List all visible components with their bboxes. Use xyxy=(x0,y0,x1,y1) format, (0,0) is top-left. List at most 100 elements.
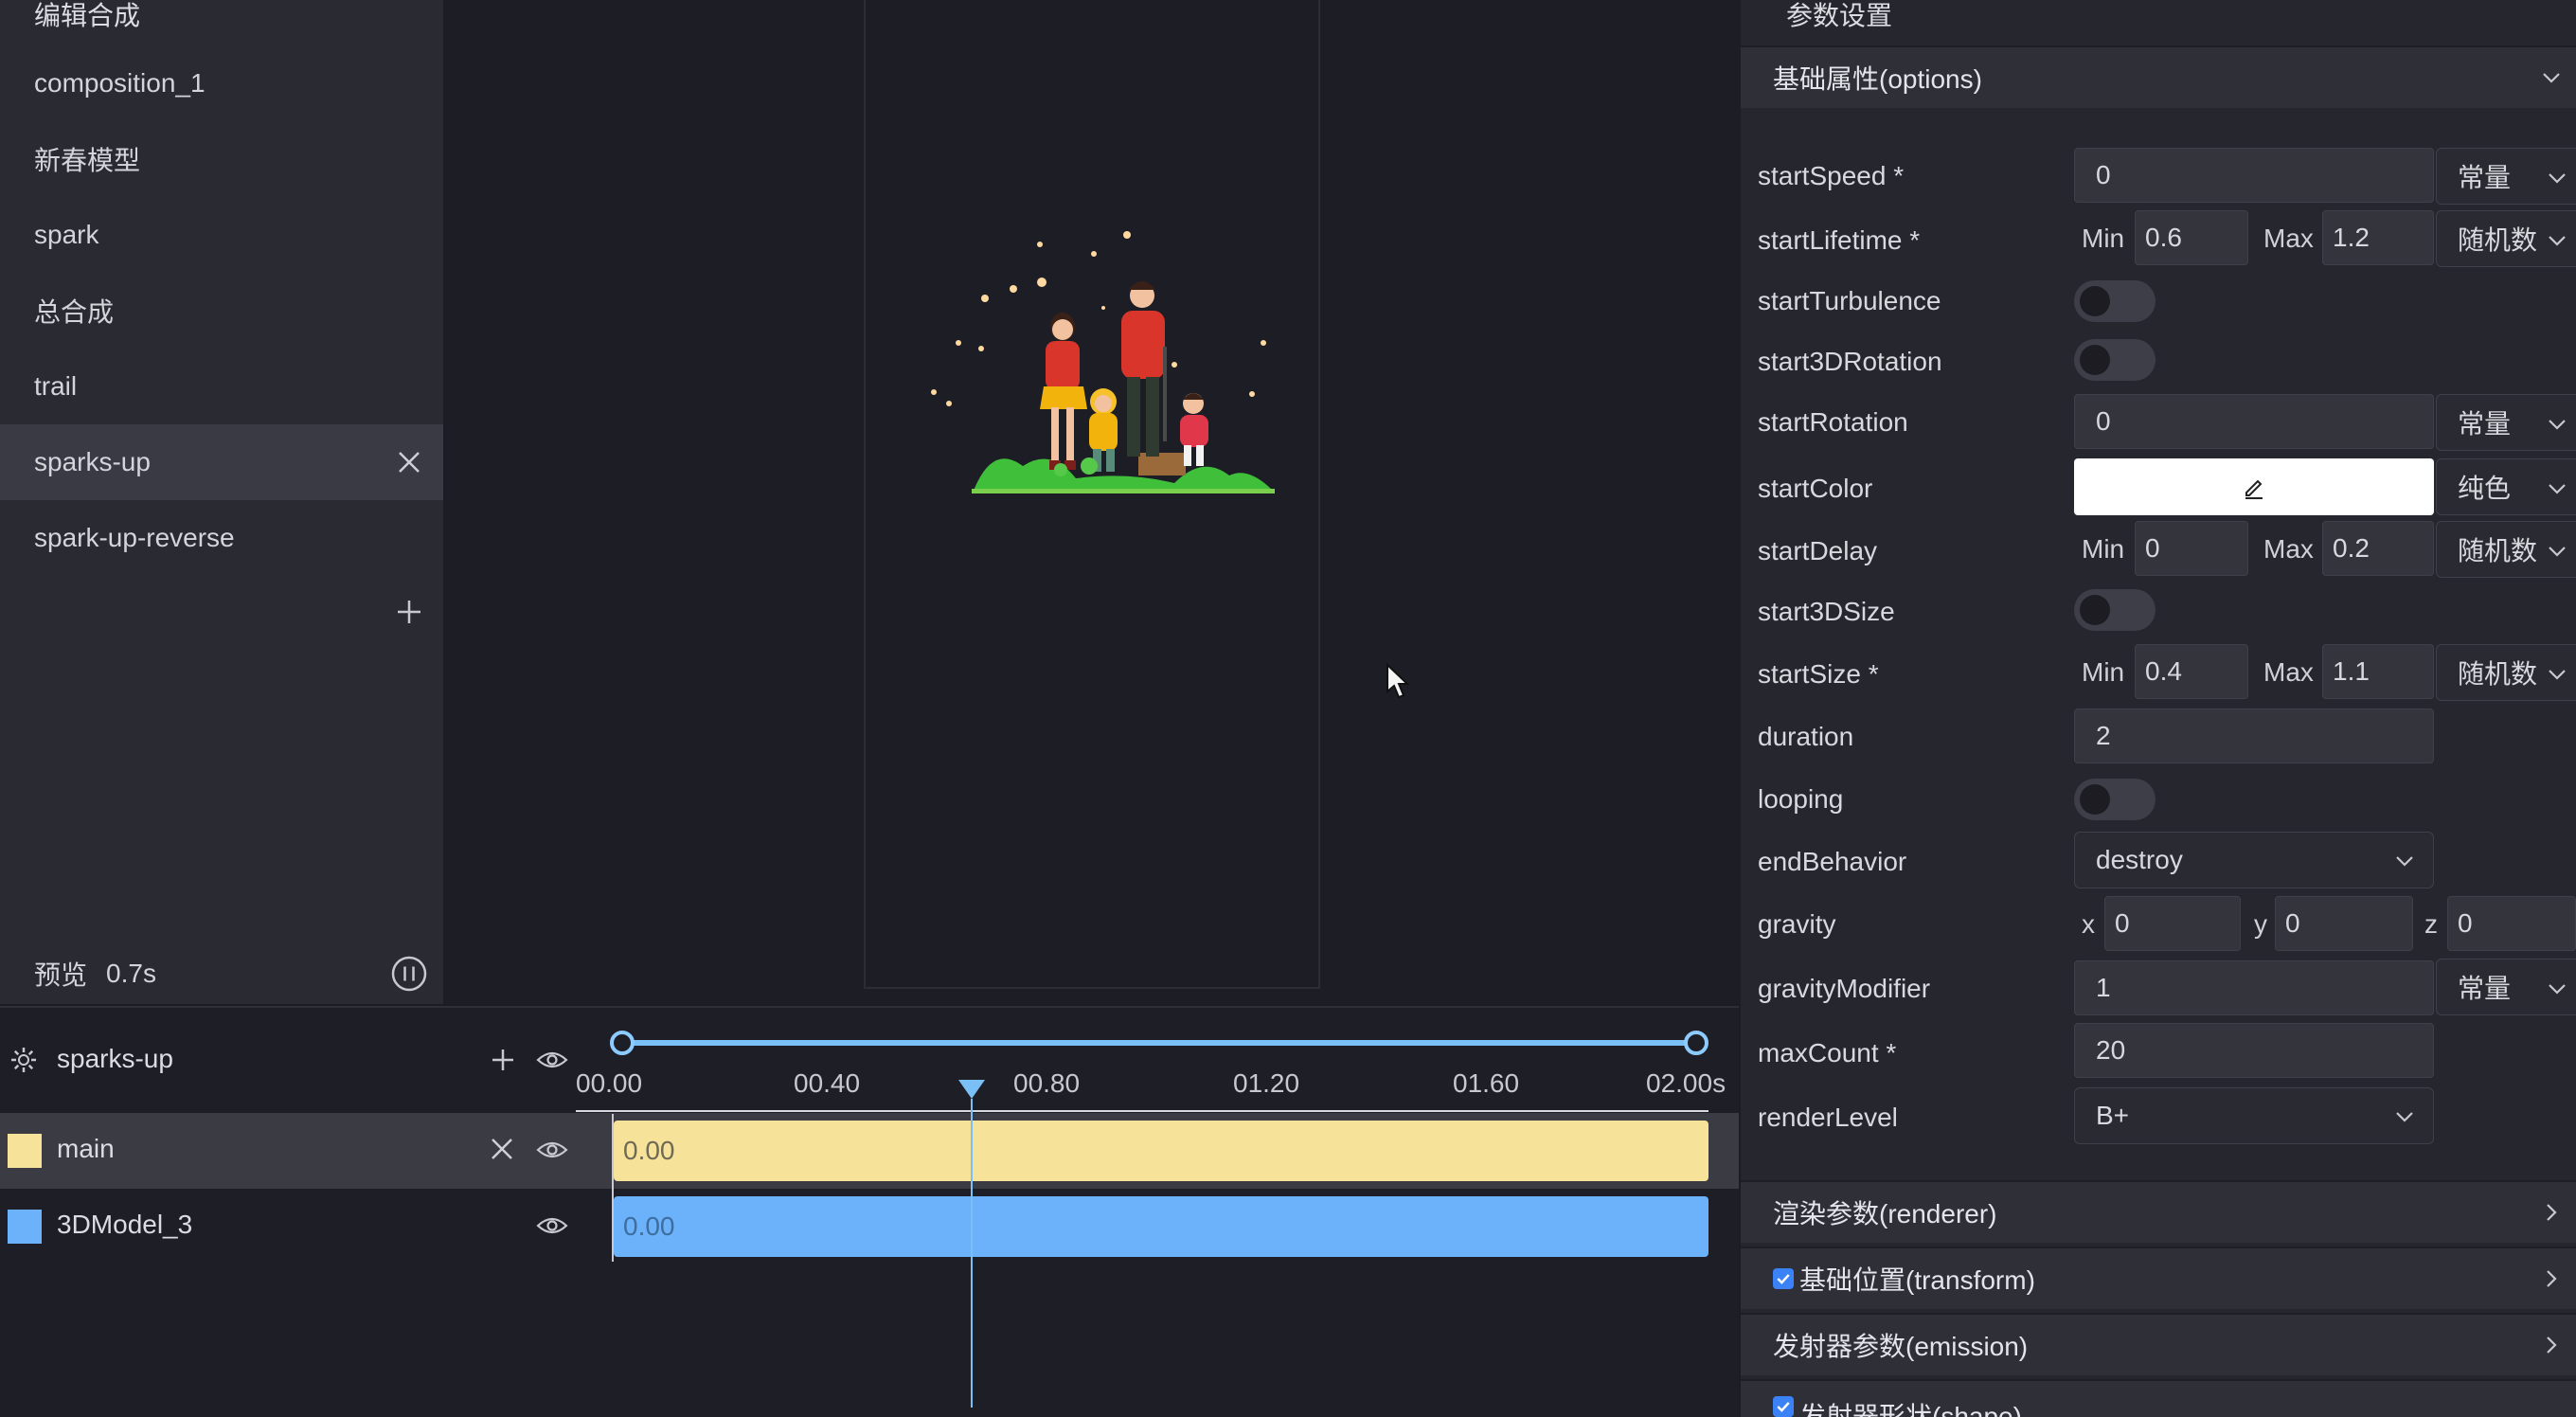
transform-enabled-checkbox[interactable] xyxy=(1773,1268,1794,1289)
prop-label: looping xyxy=(1758,784,1844,814)
chevron-down-icon xyxy=(2549,173,2566,184)
composition-item[interactable]: spark xyxy=(0,197,443,273)
startLifetime-min-input[interactable]: 0.6 xyxy=(2135,210,2248,265)
close-icon[interactable] xyxy=(396,449,422,475)
edit-pencil-icon xyxy=(2245,479,2263,499)
startSize-min-input[interactable]: 0.4 xyxy=(2135,644,2248,699)
track-row[interactable]: main 0.00 xyxy=(0,1113,1739,1189)
track-row[interactable]: 3DModel_3 0.00 xyxy=(0,1189,1739,1265)
start3DSize-toggle[interactable] xyxy=(2074,589,2156,631)
maxCount-input[interactable]: 20 xyxy=(2074,1023,2434,1078)
prop-label: start3DSize xyxy=(1758,597,1895,626)
track-clip[interactable]: 0.00 xyxy=(614,1196,1708,1257)
time-tick-label: 02.00s xyxy=(1646,1068,1726,1098)
startSize-mode-select[interactable]: 随机数 xyxy=(2436,644,2576,701)
z-label: z xyxy=(2424,909,2438,939)
track-name: main xyxy=(57,1134,115,1163)
startLifetime-max-input[interactable]: 1.2 xyxy=(2322,210,2434,265)
endBehavior-select[interactable]: destroy xyxy=(2074,832,2434,888)
gravityModifier-mode-select[interactable]: 常量 xyxy=(2436,959,2576,1015)
gravity-y-input[interactable]: 0 xyxy=(2275,896,2413,951)
playhead-handle[interactable] xyxy=(957,1078,987,1101)
prop-label: start3DRotation xyxy=(1758,347,1942,376)
section-title: 渲染参数(renderer) xyxy=(1773,1199,1997,1229)
chevron-down-icon xyxy=(2549,984,2566,995)
startDelay-mode-select[interactable]: 随机数 xyxy=(2436,521,2576,578)
add-composition-icon[interactable] xyxy=(392,595,426,629)
section-title: 基础属性(options) xyxy=(1773,64,1982,94)
time-range-slider[interactable] xyxy=(621,1040,1697,1046)
section-transform-header[interactable]: 基础位置(transform) xyxy=(1741,1247,2576,1309)
gravityModifier-input[interactable]: 1 xyxy=(2074,960,2434,1015)
min-label: Min xyxy=(2082,534,2125,564)
section-emission-header[interactable]: 发射器参数(emission) xyxy=(1741,1313,2576,1375)
range-end-handle[interactable] xyxy=(1684,1031,1708,1055)
min-label: Min xyxy=(2082,224,2125,253)
composition-item[interactable]: composition_1 xyxy=(0,45,443,121)
time-tick-label: 00.40 xyxy=(794,1068,861,1098)
preview-status: 预览 0.7s xyxy=(0,943,443,1004)
preview-time: 0.7s xyxy=(106,959,156,988)
close-icon[interactable] xyxy=(489,1136,515,1162)
checkmark-icon xyxy=(1777,1402,1790,1412)
x-label: x xyxy=(2082,909,2095,939)
startSize-max-input[interactable]: 1.1 xyxy=(2322,644,2434,699)
eye-icon[interactable] xyxy=(536,1213,568,1238)
startRotation-mode-select[interactable]: 常量 xyxy=(2436,394,2576,451)
startSpeed-input[interactable]: 0 xyxy=(2074,148,2434,203)
chevron-right-icon xyxy=(2547,1204,2557,1221)
spark-particles xyxy=(931,231,1266,406)
eye-icon[interactable] xyxy=(536,1138,568,1162)
section-shape-header[interactable]: 发射器形状(shape) xyxy=(1741,1379,2576,1417)
section-options-header[interactable]: 基础属性(options) xyxy=(1741,45,2576,108)
gravity-z-input[interactable]: 0 xyxy=(2447,896,2576,951)
composition-item[interactable]: 总合成 xyxy=(0,273,443,349)
pause-icon[interactable] xyxy=(390,955,428,993)
prop-label: startColor xyxy=(1758,474,1873,503)
time-tick-label: 00.00 xyxy=(576,1068,643,1098)
range-start-handle[interactable] xyxy=(610,1031,635,1055)
prop-label: maxCount * xyxy=(1758,1038,1897,1067)
mode-label: 随机数 xyxy=(2458,536,2538,565)
prop-label: startSpeed * xyxy=(1758,161,1905,190)
gravity-x-input[interactable]: 0 xyxy=(2104,896,2241,951)
chevron-down-icon xyxy=(2396,856,2413,867)
start3DRotation-toggle[interactable] xyxy=(2074,339,2156,381)
chevron-down-icon xyxy=(2549,420,2566,430)
renderLevel-select[interactable]: B+ xyxy=(2074,1087,2434,1144)
chevron-down-icon xyxy=(2549,236,2566,246)
gear-icon[interactable] xyxy=(9,1046,38,1074)
duration-input[interactable]: 2 xyxy=(2074,708,2434,763)
prop-label: startLifetime * xyxy=(1758,225,1921,255)
track-clip[interactable]: 0.00 xyxy=(614,1121,1708,1181)
startSpeed-mode-select[interactable]: 常量 xyxy=(2436,148,2576,205)
shape-enabled-checkbox[interactable] xyxy=(1773,1396,1794,1417)
prop-label: startSize * xyxy=(1758,659,1879,689)
section-title: 发射器形状(shape) xyxy=(1799,1402,2022,1417)
startRotation-input[interactable]: 0 xyxy=(2074,394,2434,449)
composition-item[interactable]: spark-up-reverse xyxy=(0,500,443,576)
startColor-swatch[interactable] xyxy=(2074,458,2434,515)
startColor-mode-select[interactable]: 纯色 xyxy=(2436,458,2576,515)
composition-item[interactable]: trail xyxy=(0,349,443,424)
startTurbulence-toggle[interactable] xyxy=(2074,280,2156,322)
track-color-swatch xyxy=(8,1210,42,1244)
section-renderer-header[interactable]: 渲染参数(renderer) xyxy=(1741,1180,2576,1243)
section-title: 基础位置(transform) xyxy=(1799,1265,2035,1295)
preview-label: 预览 xyxy=(34,960,88,990)
composition-item-selected[interactable]: sparks-up xyxy=(0,424,443,500)
composition-item[interactable]: 新春模型 xyxy=(0,121,443,197)
select-value: destroy xyxy=(2096,845,2183,874)
add-track-icon[interactable] xyxy=(489,1046,517,1074)
prop-label: endBehavior xyxy=(1758,847,1907,876)
startDelay-max-input[interactable]: 0.2 xyxy=(2322,521,2434,576)
eye-icon[interactable] xyxy=(536,1048,568,1072)
timeline-start-marker xyxy=(612,1114,614,1262)
looping-toggle[interactable] xyxy=(2074,779,2156,820)
section-title: 发射器参数(emission) xyxy=(1773,1332,2029,1361)
track-color-swatch xyxy=(8,1134,42,1168)
timeline-composition-name: sparks-up xyxy=(57,1044,173,1073)
startLifetime-mode-select[interactable]: 随机数 xyxy=(2436,210,2576,267)
min-label: Min xyxy=(2082,657,2125,687)
startDelay-min-input[interactable]: 0 xyxy=(2135,521,2248,576)
